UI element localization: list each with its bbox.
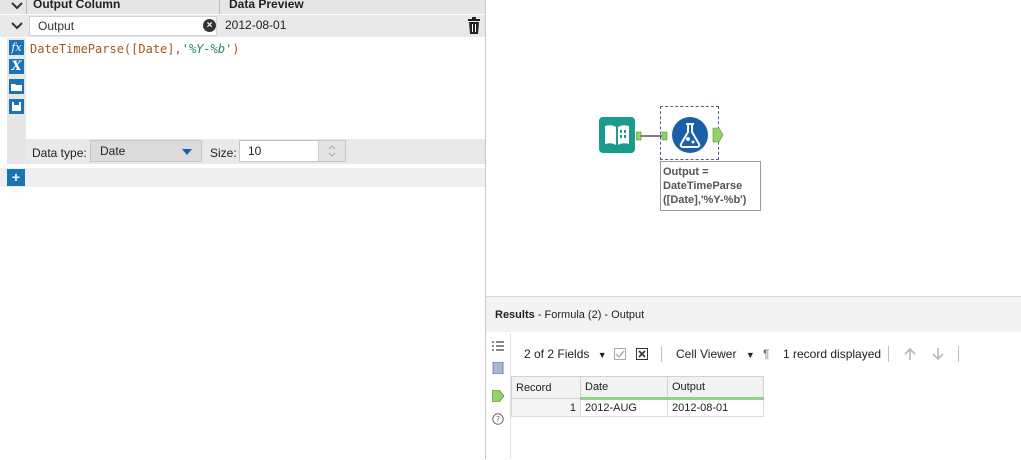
output-column-name-input[interactable]: Output [29,16,217,36]
records-displayed: 1 record displayed [783,347,882,361]
output-cell[interactable]: 2012-08-01 [667,398,764,417]
results-grid[interactable]: Record Date Output 1 2012-AUG 2012-08-01 [511,376,764,417]
data-preview-value: 2012-08-01 [225,18,287,32]
header-divider [26,0,27,14]
function-icon[interactable]: fx [9,40,24,55]
results-title: Results - Formula (2) - Output [495,309,644,321]
data-type-bar: Data type: Date Size: 10 [26,139,485,164]
uncheck-all-icon[interactable] [636,348,648,360]
formula-tool-icon[interactable] [671,116,709,154]
data-type-value: Date [100,144,126,158]
expression-toolbar: fx X [7,38,26,164]
dropdown-arrow-icon [182,149,192,155]
data-type-select[interactable]: Date [90,140,202,162]
cell-viewer-dropdown[interactable]: Cell Viewer ▼ [676,347,755,361]
data-preview-header: Data Preview [229,0,304,11]
list-icon[interactable] [492,340,504,352]
workflow-canvas[interactable] [486,0,1021,296]
results-title-bar: Results - Formula (2) - Output [486,297,1021,332]
results-subtitle: - Formula (2) - Output [537,309,645,321]
toolbar-separator [958,346,959,362]
column-header-record[interactable]: Record [511,376,581,399]
save-icon[interactable] [9,99,24,114]
input-anchor-icon[interactable] [492,362,504,374]
help-icon[interactable]: ? [492,413,504,425]
output-anchor-selected-icon[interactable] [492,390,504,402]
output-column-header: Output Column [33,0,121,11]
grid-header-row: Record Date Output [511,376,764,400]
size-spinner[interactable] [318,141,345,161]
collapse-all-icon[interactable] [8,0,26,15]
formula-config-panel [0,0,486,459]
svg-text:?: ? [496,415,500,424]
date-cell[interactable]: 2012-AUG [580,398,668,417]
record-number-cell[interactable]: 1 [511,398,581,417]
clear-icon[interactable]: × [203,19,216,32]
table-row[interactable]: 1 2012-AUG 2012-08-01 [511,398,764,417]
expression-format-string: '%Y-%b' [181,42,233,56]
column-header-output[interactable]: Output [667,376,764,400]
output-anchor-icon[interactable] [712,127,724,143]
chevron-down-icon: ▼ [597,350,607,360]
results-label: Results [495,309,535,321]
data-type-label: Data type: [32,146,87,160]
chevron-down-icon: ▼ [745,350,755,360]
expression-function: DateTimeParse([Date], [30,42,182,56]
results-sidebar: ? [486,333,511,459]
fields-label: 2 of 2 Fields [524,347,590,361]
arrow-down-icon[interactable] [930,346,946,362]
toolbar-separator [888,346,889,362]
pilcrow-icon[interactable]: ¶ [763,347,769,361]
input-data-tool-icon[interactable] [599,117,635,153]
trash-icon[interactable] [467,17,481,35]
collapse-row-icon[interactable] [8,17,26,35]
expression-close: ) [232,42,240,56]
size-label: Size: [210,146,237,160]
variable-icon[interactable]: X [9,59,24,74]
check-all-icon[interactable] [614,348,626,360]
fields-dropdown[interactable]: 2 of 2 Fields ▼ [524,347,607,361]
add-formula-bar: + [0,168,485,187]
open-folder-icon[interactable] [9,79,24,94]
column-header-date[interactable]: Date [580,376,668,400]
toolbar-separator [661,346,662,362]
header-divider [219,0,220,14]
size-value: 10 [248,144,262,158]
expression-editor[interactable]: DateTimeParse([Date],'%Y-%b') [30,42,240,56]
size-input[interactable]: 10 [239,140,346,162]
results-toolbar: 2 of 2 Fields ▼ Cell Viewer ▼ ¶ 1 record… [511,340,1021,370]
formula-header-row: Output Column Data Preview [0,0,485,14]
formula-row: Output × 2012-08-01 [0,15,485,37]
cell-viewer-label: Cell Viewer [676,347,737,361]
arrow-up-icon[interactable] [902,346,918,362]
tool-annotation: Output = DateTimeParse ([Date],'%Y-%b') [660,161,761,211]
add-formula-button[interactable]: + [7,169,25,186]
